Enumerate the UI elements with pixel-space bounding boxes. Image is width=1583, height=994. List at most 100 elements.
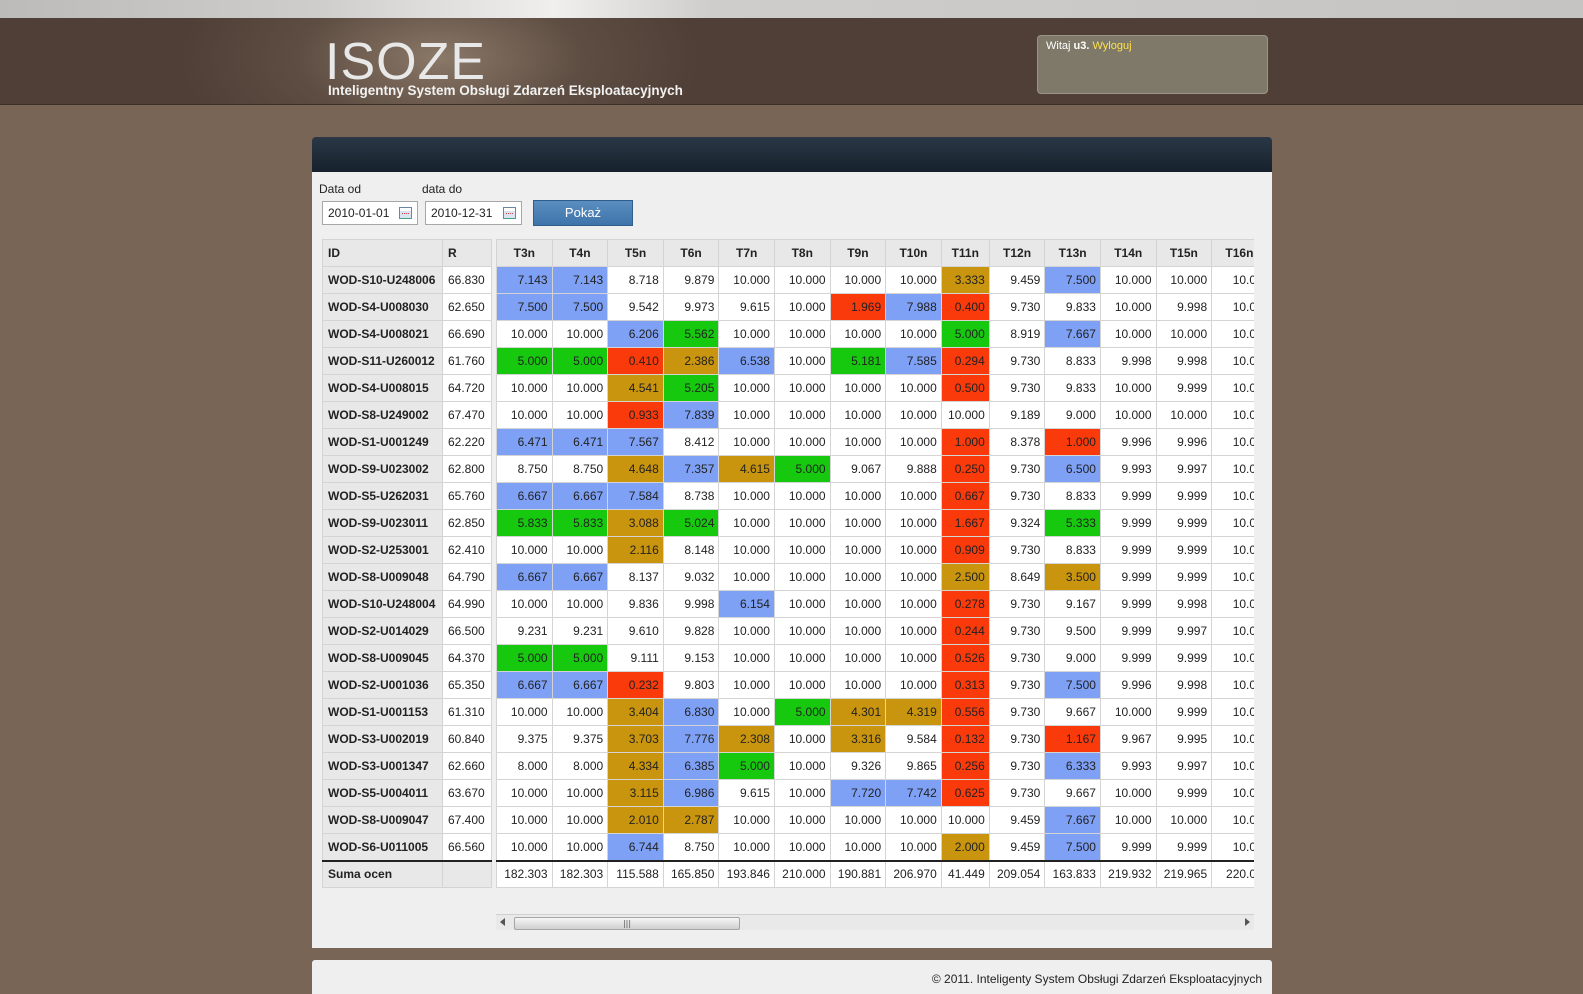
date-from-field[interactable]: 2010-01-01 [322, 201, 418, 225]
row-r-value: 62.220 [442, 428, 492, 456]
score-cell: 5.000 [496, 644, 553, 672]
score-cell: 9.730 [988, 725, 1046, 753]
table-row: WOD-S9-U023011 62.850 [322, 509, 492, 537]
column-header[interactable]: T14n [1099, 239, 1157, 267]
table-row: 5.833 5.833 3.088 5.024 10.000 10.000 10.000 10… [496, 509, 1254, 537]
column-header[interactable]: T8n [773, 239, 831, 267]
score-cell: 2.116 [607, 536, 664, 564]
main-panel: Data od 2010-01-01 data do 2010-12-31 Po… [312, 172, 1272, 948]
column-header[interactable]: T5n [607, 239, 664, 267]
score-cell: 9.998 [1155, 293, 1213, 321]
score-cell: 9.375 [551, 725, 609, 753]
score-cell: 10.000 [1099, 293, 1157, 321]
table-row: 6.667 6.667 8.137 9.032 10.000 10.000 10.000 10… [496, 563, 1254, 591]
row-r-value: 66.560 [442, 833, 492, 861]
horizontal-scrollbar[interactable]: ||| [496, 914, 1254, 930]
score-cell: 10.000 [829, 671, 887, 699]
column-header[interactable]: T12n [988, 239, 1046, 267]
score-cell: 10.000 [885, 617, 942, 645]
score-cell: 7.839 [662, 401, 720, 429]
score-cell: 10.000 [773, 428, 831, 456]
column-header[interactable]: T16n [1211, 239, 1254, 267]
score-cell: 10.000 [718, 374, 775, 402]
score-cell: 9.998 [1155, 590, 1213, 618]
column-header[interactable]: T6n [662, 239, 720, 267]
score-cell: 10.000 [496, 779, 553, 807]
row-r-value: 63.670 [442, 779, 492, 807]
score-cell: 9.459 [988, 806, 1046, 834]
column-header[interactable]: T4n [551, 239, 609, 267]
score-cell: 2.386 [662, 347, 720, 375]
score-cell: 7.500 [551, 293, 609, 321]
score-cell: 8.412 [662, 428, 720, 456]
column-header[interactable]: T10n [885, 239, 942, 267]
column-header[interactable]: T15n [1155, 239, 1213, 267]
row-id: WOD-S2-U014029 [322, 617, 443, 645]
table-row: 10.000 10.000 2.010 2.787 10.000 10.000 10.000… [496, 806, 1254, 834]
score-cell: 9.610 [607, 617, 664, 645]
score-cell: 7.585 [885, 347, 942, 375]
score-cell: 6.986 [662, 779, 720, 807]
score-cell: 10.000 [1099, 320, 1157, 348]
score-cell: 4.615 [718, 455, 775, 483]
score-cell: 10.00 [1211, 833, 1254, 861]
score-cell: 10.000 [885, 833, 942, 861]
score-cell: 6.667 [496, 563, 553, 591]
row-id: WOD-S4-U008030 [322, 293, 443, 321]
score-cell: 7.143 [496, 266, 553, 294]
score-cell: 8.137 [607, 563, 664, 591]
sum-row: Suma ocen [322, 859, 492, 888]
score-cell: 10.000 [496, 590, 553, 618]
row-id: WOD-S8-U009045 [322, 644, 443, 672]
score-cell: 9.730 [988, 644, 1046, 672]
table-row: WOD-S3-U001347 62.660 [322, 752, 492, 780]
score-cell: 9.153 [662, 644, 720, 672]
score-cell: 9.730 [988, 374, 1046, 402]
sum-cell: 209.054 [988, 859, 1046, 888]
column-header[interactable]: T9n [829, 239, 887, 267]
score-cell: 10.000 [1099, 779, 1157, 807]
column-footer-header: T15n [1155, 887, 1213, 888]
column-header[interactable]: T7n [718, 239, 775, 267]
score-cell: 0.232 [607, 671, 664, 699]
table-row: WOD-S8-U249002 67.470 [322, 401, 492, 429]
sum-cell: 41.449 [940, 859, 990, 888]
browser-top-strip [0, 0, 1583, 18]
score-cell: 10.00 [1211, 752, 1254, 780]
calendar-icon[interactable] [503, 207, 516, 219]
date-to-field[interactable]: 2010-12-31 [425, 201, 522, 225]
score-cell: 10.00 [1211, 347, 1254, 375]
score-cell: 10.000 [1099, 401, 1157, 429]
score-cell: 5.000 [496, 347, 553, 375]
sum-cell: 190.881 [829, 859, 887, 888]
footer-copyright: © 2011. Inteligenty System Obsługi Zdarz… [931, 972, 1262, 986]
score-cell: 7.742 [885, 779, 942, 807]
logout-link[interactable]: Wyloguj [1092, 40, 1131, 52]
score-cell: 9.730 [988, 671, 1046, 699]
score-cell: 8.750 [551, 455, 609, 483]
scroll-right-arrow-icon[interactable] [1245, 918, 1250, 926]
logo-title: ISOZE [325, 33, 487, 91]
column-header[interactable]: T3n [496, 239, 553, 267]
score-cell: 10.000 [829, 617, 887, 645]
row-id: WOD-S4-U008015 [322, 374, 443, 402]
score-cell: 10.000 [829, 374, 887, 402]
table-row: WOD-S4-U008030 62.650 [322, 293, 492, 321]
column-header[interactable]: T11n [940, 239, 990, 267]
calendar-icon[interactable] [399, 207, 412, 219]
scroll-left-arrow-icon[interactable] [500, 918, 505, 926]
row-r-value: 67.400 [442, 806, 492, 834]
show-button[interactable]: Pokaż [533, 200, 633, 226]
score-cell: 10.000 [496, 833, 553, 861]
scroll-thumb[interactable]: ||| [514, 917, 740, 930]
date-from-label: Data od [319, 182, 362, 196]
column-header[interactable]: T13n [1044, 239, 1101, 267]
score-cell: 10.000 [718, 509, 775, 537]
score-cell: 10.000 [829, 590, 887, 618]
score-cell: 8.148 [662, 536, 720, 564]
score-cell: 9.000 [1044, 401, 1101, 429]
score-cell: 9.324 [988, 509, 1046, 537]
sum-cell: 220.00 [1211, 859, 1254, 888]
score-cell: 10.000 [718, 536, 775, 564]
table-row: WOD-S1-U001153 61.310 [322, 698, 492, 726]
